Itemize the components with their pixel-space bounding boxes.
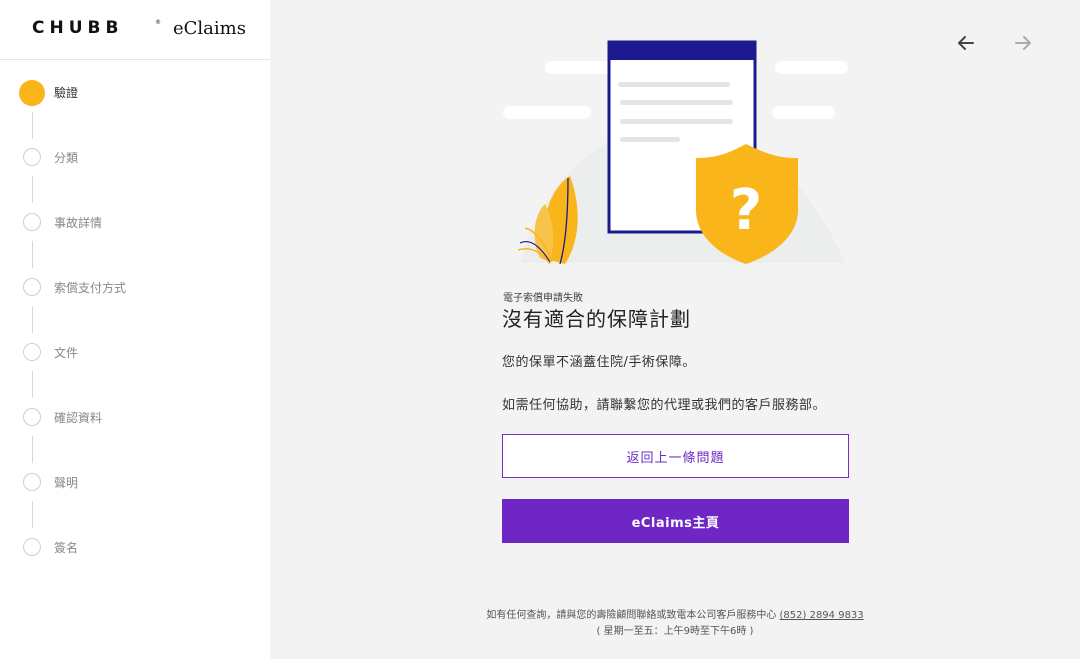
step-verification[interactable]: 驗證 <box>0 60 270 112</box>
footer-contact-text: 如有任何查詢，請與您的壽險顧問聯絡或致電本公司客戶服務中心 <box>486 610 777 621</box>
coverage-message: 您的保單不涵蓋住院/手術保障。 <box>502 355 696 370</box>
arrow-right-icon <box>1015 36 1031 50</box>
step-connector <box>32 112 33 139</box>
step-indicator <box>23 408 41 426</box>
step-connector <box>32 436 33 463</box>
step-connector <box>32 371 33 398</box>
registered-mark: ® <box>155 19 161 26</box>
arrow-left-icon <box>958 36 974 50</box>
step-incident-details[interactable]: 事故詳情 <box>0 207 270 237</box>
step-signature[interactable]: 簽名 <box>0 532 270 562</box>
step-label: 確認資料 <box>54 411 103 425</box>
shield-document-illustration: ? <box>503 40 848 265</box>
step-connector <box>32 241 33 268</box>
step-payment-method[interactable]: 索償支付方式 <box>0 272 270 302</box>
step-label: 聲明 <box>54 476 79 490</box>
brand-header: CHUBB ® eClaims <box>0 0 270 60</box>
step-documents[interactable]: 文件 <box>0 337 270 367</box>
forward-button[interactable] <box>1008 28 1038 58</box>
step-connector <box>32 306 33 333</box>
back-to-previous-question-button[interactable]: 返回上一條問題 <box>502 434 849 478</box>
step-indicator <box>23 473 41 491</box>
step-label: 事故詳情 <box>54 216 103 230</box>
step-connector <box>32 176 33 203</box>
step-label: 驗證 <box>54 86 79 100</box>
step-confirm-info[interactable]: 確認資料 <box>0 402 270 432</box>
footer-contact: 如有任何查詢，請與您的壽險顧問聯絡或致電本公司客戶服務中心 (852) 2894… <box>0 606 1080 621</box>
step-indicator-active <box>19 80 45 106</box>
step-indicator <box>23 343 41 361</box>
step-indicator <box>23 148 41 166</box>
customer-service-phone-link[interactable]: (852) 2894 9833 <box>780 610 864 621</box>
step-label: 分類 <box>54 151 79 165</box>
step-label: 索償支付方式 <box>54 281 127 295</box>
footer-hours: ( 星期一至五：上午9時至下午6時 ) <box>596 626 754 637</box>
step-indicator <box>23 278 41 296</box>
svg-text:?: ? <box>730 178 762 243</box>
step-label: 文件 <box>54 346 79 360</box>
step-category[interactable]: 分類 <box>0 142 270 172</box>
chubb-logo[interactable]: CHUBB <box>32 18 123 38</box>
sidebar: CHUBB ® eClaims 驗證 分類 事故詳情 索償支付方式 文件 確認資… <box>0 0 270 659</box>
error-illustration: ? <box>500 38 850 268</box>
back-button[interactable] <box>951 28 981 58</box>
page-title: 沒有適合的保障計劃 <box>502 307 691 331</box>
step-label: 簽名 <box>54 541 79 555</box>
step-connector <box>32 501 33 528</box>
step-indicator <box>23 213 41 231</box>
step-indicator <box>23 538 41 556</box>
eclaims-home-button[interactable]: eClaims主頁 <box>502 499 849 543</box>
assistance-message: 如需任何協助，請聯繫您的代理或我們的客戶服務部。 <box>502 398 827 413</box>
eclaims-logo[interactable]: eClaims <box>173 18 246 39</box>
claim-failed-subtitle: 電子索償申請失敗 <box>503 293 583 304</box>
step-declaration[interactable]: 聲明 <box>0 467 270 497</box>
